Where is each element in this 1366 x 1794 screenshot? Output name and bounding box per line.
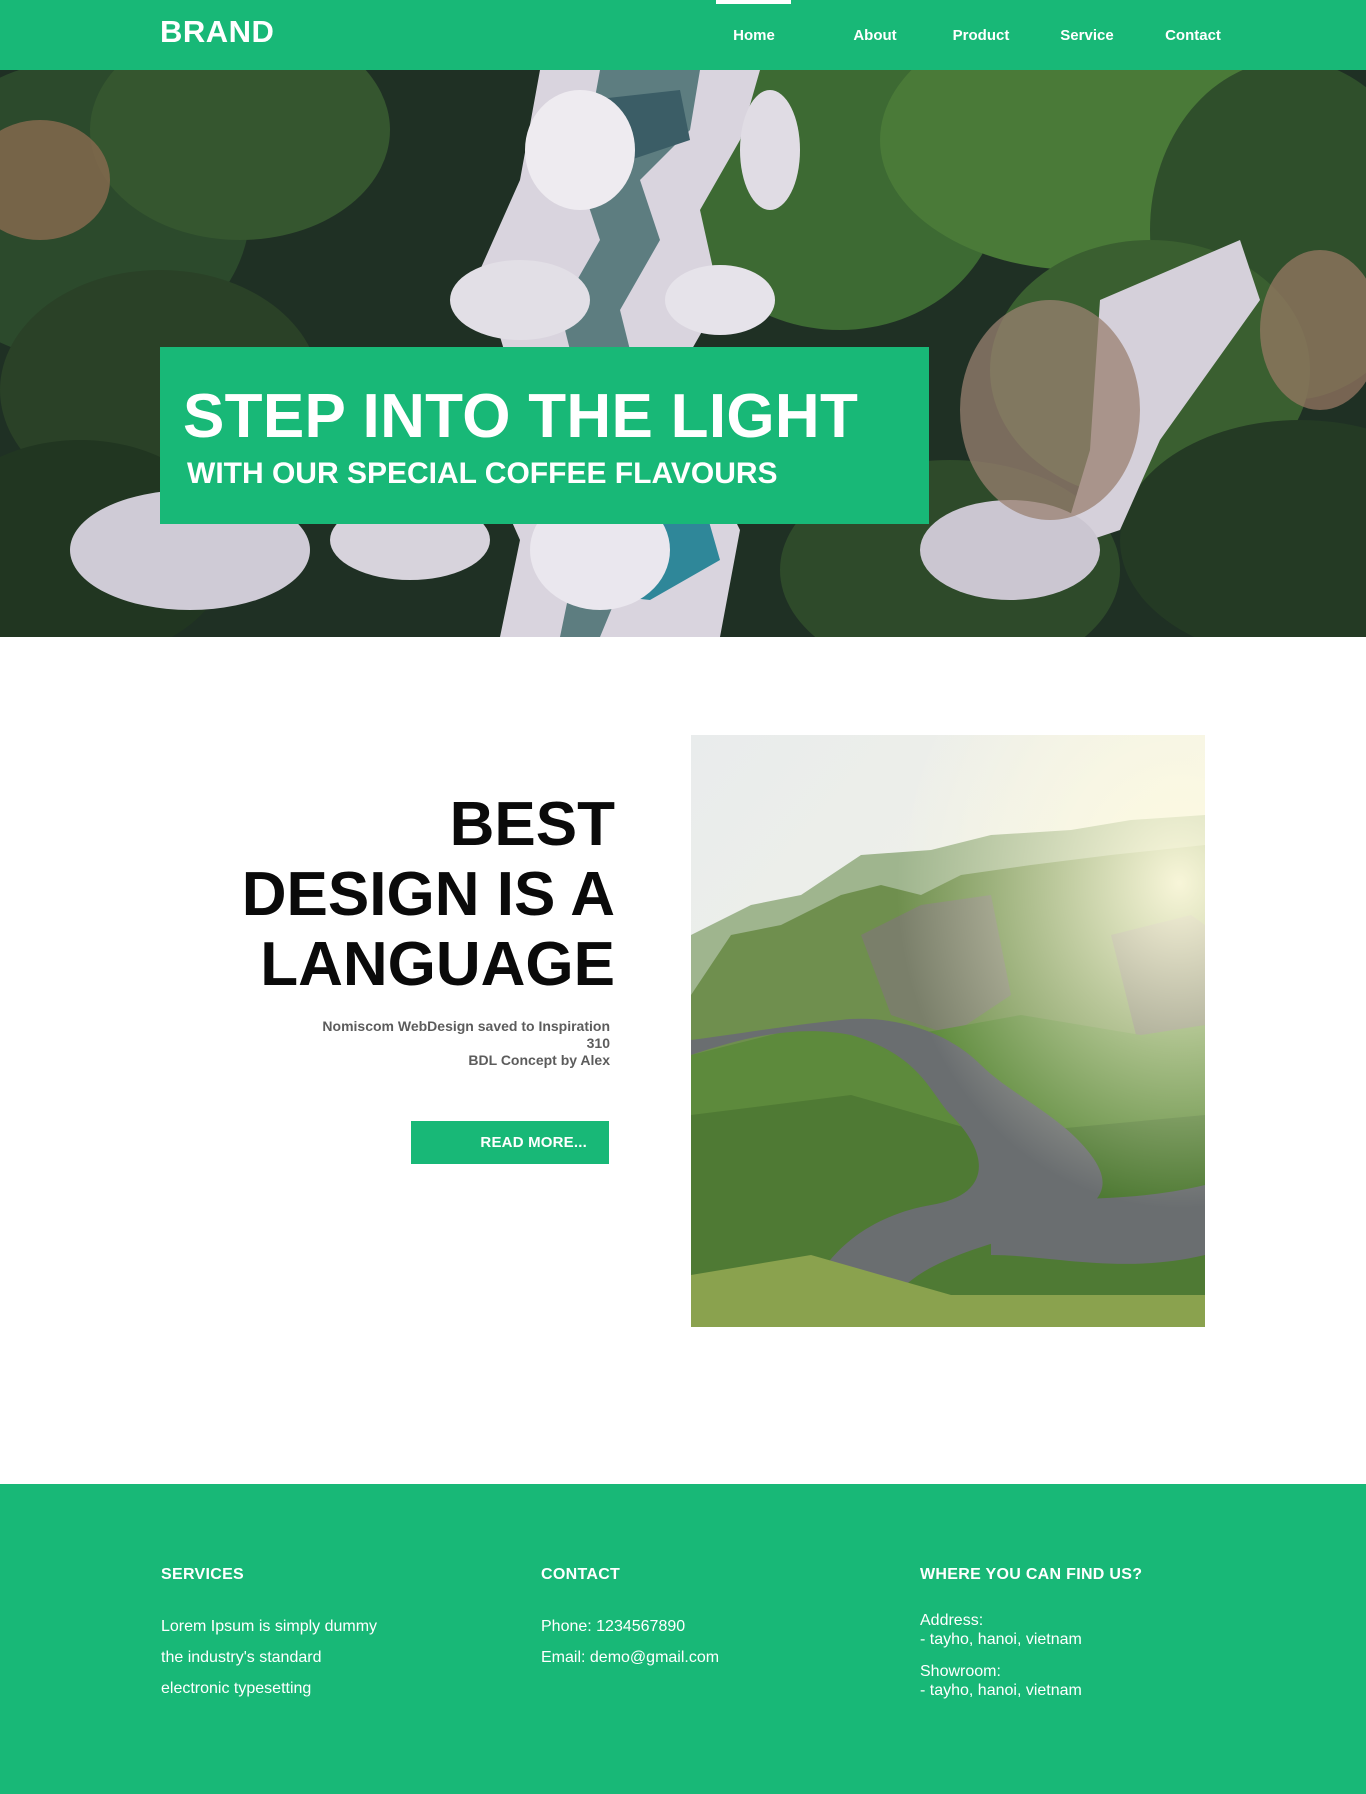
mountain-road-image (691, 735, 1205, 1327)
footer-services-line: the industry's standard (161, 1649, 322, 1666)
feature-heading-line: LANGUAGE (260, 930, 615, 999)
feature-heading-line: BEST (449, 790, 615, 859)
nav-contact[interactable]: Contact (1140, 0, 1246, 70)
address-label: Address: (920, 1612, 984, 1629)
nav-product[interactable]: Product (928, 0, 1034, 70)
feature-meta-line: Nomiscom WebDesign saved to Inspiration (322, 1018, 610, 1034)
nav-about[interactable]: About (822, 0, 928, 70)
feature-heading: BEST DESIGN IS A LANGUAGE (200, 790, 615, 1000)
mountain-road-photo (691, 735, 1205, 1327)
footer-showroom: Showroom: - tayho, hanoi, vietnam (920, 1662, 1142, 1700)
site-header: BRAND Home About Product Service Contact (0, 0, 1366, 70)
brand-logo[interactable]: BRAND (160, 14, 274, 50)
footer-services: SERVICES Lorem Ipsum is simply dummy the… (161, 1566, 377, 1704)
footer-address: Address: - tayho, hanoi, vietnam (920, 1611, 1142, 1649)
footer-contact-title: CONTACT (541, 1566, 621, 1583)
footer-services-line: Lorem Ipsum is simply dummy (161, 1618, 378, 1635)
footer-email[interactable]: Email: demo@gmail.com (541, 1642, 719, 1673)
hero-title: STEP INTO THE LIGHT (183, 382, 859, 451)
showroom-value: - tayho, hanoi, vietnam (920, 1682, 1082, 1699)
site-footer: SERVICES Lorem Ipsum is simply dummy the… (0, 1484, 1366, 1794)
footer-services-title: SERVICES (161, 1566, 245, 1583)
footer-location: WHERE YOU CAN FIND US? Address: - tayho,… (920, 1566, 1142, 1713)
footer-location-title: WHERE YOU CAN FIND US? (920, 1566, 1143, 1583)
feature-meta-line: BDL Concept by Alex (468, 1052, 610, 1068)
footer-phone[interactable]: Phone: 1234567890 (541, 1611, 719, 1642)
feature-meta-line: 310 (586, 1035, 610, 1051)
footer-contact: CONTACT Phone: 1234567890 Email: demo@gm… (541, 1566, 719, 1673)
footer-services-line: electronic typesetting (161, 1680, 312, 1697)
hero-section: STEP INTO THE LIGHT WITH OUR SPECIAL COF… (0, 70, 1366, 637)
feature-heading-line: DESIGN IS A (241, 860, 615, 929)
address-value: - tayho, hanoi, vietnam (920, 1631, 1082, 1648)
nav-service[interactable]: Service (1034, 0, 1140, 70)
hero-subtitle: WITH OUR SPECIAL COFFEE FLAVOURS (187, 457, 778, 490)
showroom-label: Showroom: (920, 1663, 1001, 1680)
hero-banner: STEP INTO THE LIGHT WITH OUR SPECIAL COF… (160, 347, 929, 524)
nav-home[interactable]: Home (716, 0, 822, 70)
main-nav: Home About Product Service Contact (716, 0, 1246, 70)
read-more-button[interactable]: READ MORE... (411, 1121, 609, 1164)
feature-meta: Nomiscom WebDesign saved to Inspiration … (260, 1018, 610, 1069)
